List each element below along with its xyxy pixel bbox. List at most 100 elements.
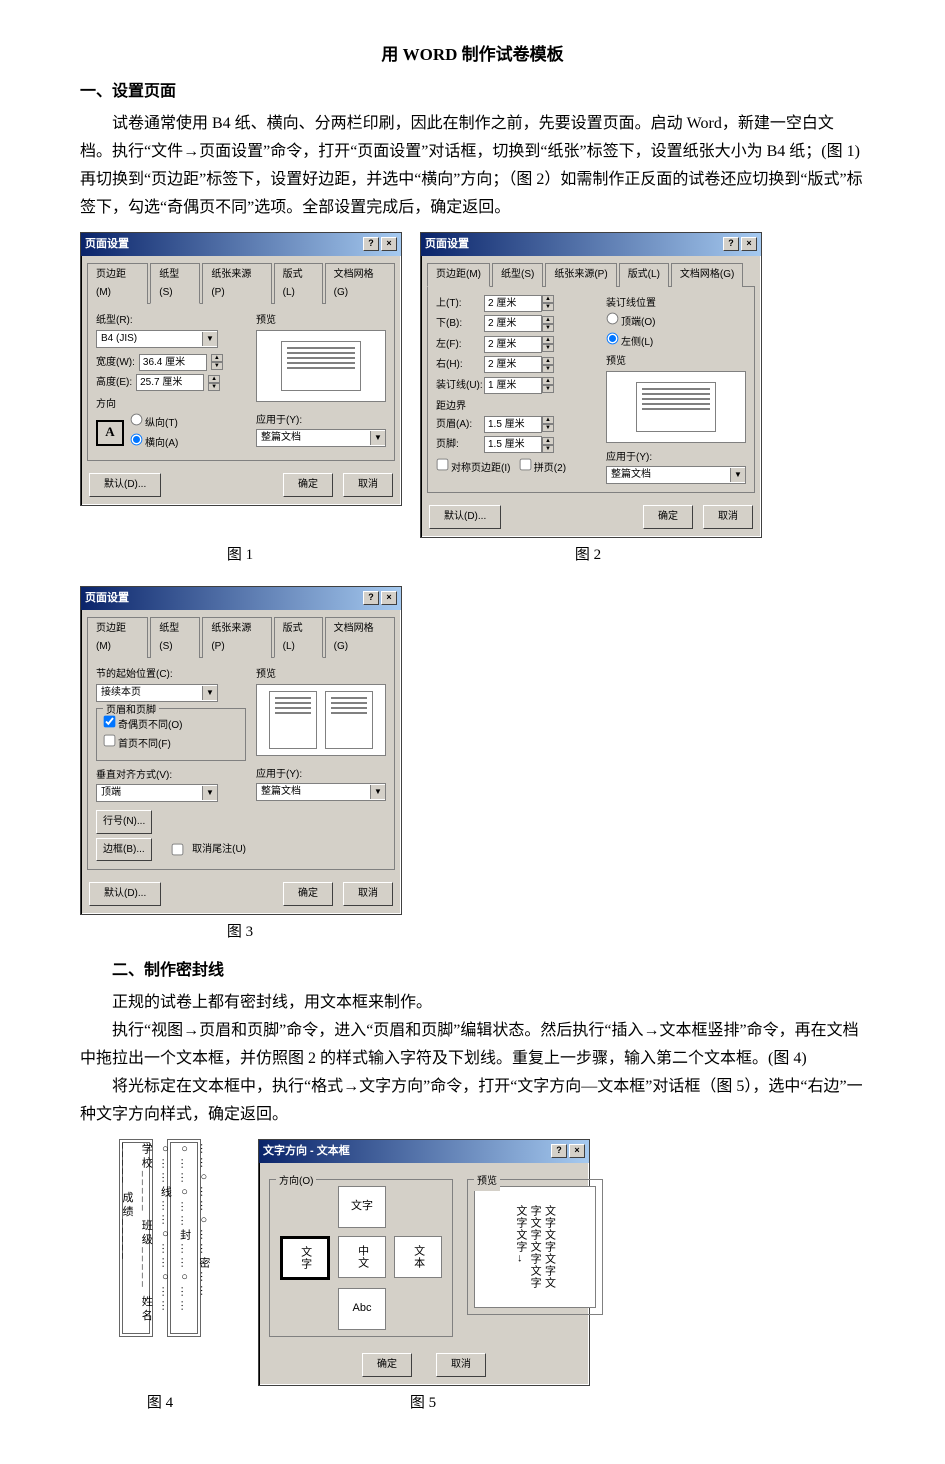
right-spin[interactable] (542, 357, 554, 373)
footer-spin[interactable] (542, 437, 554, 453)
right-field[interactable]: 2 厘米 (484, 356, 542, 373)
tab-margins[interactable]: 页边距(M) (87, 263, 148, 304)
bottom-field[interactable]: 2 厘米 (484, 315, 542, 332)
footer-label: 页脚: (436, 436, 484, 454)
gutter-field[interactable]: 1 厘米 (484, 377, 542, 394)
tab-layout[interactable]: 版式(L) (274, 617, 323, 658)
portrait-radio[interactable] (131, 414, 143, 426)
footer-field[interactable]: 1.5 厘米 (484, 436, 542, 453)
bottom-label: 下(B): (436, 315, 484, 333)
preview-box (606, 371, 746, 443)
tab-margins[interactable]: 页边距(M) (87, 617, 148, 658)
section-1-para: 试卷通常使用 B4 纸、横向、分两栏印刷，因此在制作之前，先要设置页面。启动 W… (80, 110, 865, 222)
paper-type-combo[interactable]: B4 (JIS)▼ (96, 330, 218, 348)
tab-margins[interactable]: 页边距(M) (427, 263, 490, 287)
dir-option-rotated[interactable]: Abc (338, 1288, 386, 1330)
section-2-heading: 二、制作密封线 (80, 957, 865, 985)
right-label: 右(H): (436, 356, 484, 374)
close-button[interactable]: × (569, 1144, 585, 1158)
tab-source[interactable]: 纸张来源(P) (545, 263, 616, 287)
default-button[interactable]: 默认(D)... (429, 505, 501, 529)
first-page-check[interactable] (104, 735, 116, 747)
height-spin[interactable] (208, 375, 220, 391)
top-field[interactable]: 2 厘米 (484, 295, 542, 312)
close-button[interactable]: × (741, 237, 757, 251)
help-button[interactable]: ? (363, 591, 379, 605)
preview-label: 预览 (256, 312, 386, 330)
gutter-pos-label: 装订线位置 (606, 295, 656, 313)
portrait-label: 纵向(T) (145, 418, 178, 429)
gutter-label: 装订线(U): (436, 377, 484, 395)
header-spin[interactable] (542, 416, 554, 432)
top-spin[interactable] (542, 295, 554, 311)
help-button[interactable]: ? (551, 1144, 567, 1158)
dir-option-vertical-lr[interactable]: 文字 (280, 1236, 330, 1280)
tab-source[interactable]: 纸张来源(P) (202, 263, 271, 304)
tab-grid[interactable]: 文档网格(G) (325, 617, 395, 658)
height-label: 高度(E): (96, 374, 132, 392)
gutter-spin[interactable] (542, 377, 554, 393)
width-field[interactable]: 36.4 厘米 (139, 354, 207, 371)
section-start-label: 节的起始位置(C): (96, 666, 246, 684)
odd-even-check[interactable] (104, 715, 116, 727)
gutter-left-label: 左侧(L) (621, 337, 653, 348)
tab-paper[interactable]: 纸型(S) (492, 263, 543, 287)
default-button[interactable]: 默认(D)... (89, 473, 161, 497)
gutter-left-radio[interactable] (607, 332, 619, 344)
preview-box (256, 330, 386, 402)
tab-layout[interactable]: 版式(L) (274, 263, 323, 304)
header-field[interactable]: 1.5 厘米 (484, 416, 542, 433)
left-field[interactable]: 2 厘米 (484, 336, 542, 353)
apply-to-combo[interactable]: 整篇文档▼ (606, 466, 746, 484)
left-label: 左(F): (436, 336, 484, 354)
direction-preview: 文字文字文字文 字文字文字文字 文字文字→ (474, 1186, 596, 1308)
two-up-label: 拼页(2) (534, 463, 566, 474)
left-spin[interactable] (542, 336, 554, 352)
dir-option-horizontal[interactable]: 文字 (338, 1186, 386, 1228)
section-2-para-2: 执行“视图→页眉和页脚”命令，进入“页眉和页脚”编辑状态。然后执行“插入→文本框… (80, 1017, 865, 1073)
dir-option-vertical-cn[interactable]: 中文 (338, 1236, 386, 1278)
two-up-check[interactable] (519, 458, 531, 470)
borders-button[interactable]: 边框(B)... (96, 838, 152, 862)
tab-paper[interactable]: 纸型(S) (150, 617, 200, 658)
ok-button[interactable]: 确定 (643, 505, 693, 529)
landscape-radio[interactable] (131, 433, 143, 445)
figure-2-caption: 图 2 (418, 540, 758, 576)
help-button[interactable]: ? (363, 237, 379, 251)
apply-to-combo[interactable]: 整篇文档▼ (256, 783, 386, 801)
help-button[interactable]: ? (723, 237, 739, 251)
suppress-endnote-label: 取消尾注(U) (192, 841, 246, 859)
cancel-button[interactable]: 取消 (343, 473, 393, 497)
ok-button[interactable]: 确定 (283, 882, 333, 906)
width-spin[interactable] (211, 354, 223, 370)
first-page-label: 首页不同(F) (118, 739, 171, 750)
suppress-endnote-check[interactable] (172, 843, 184, 855)
preview-label: 预览 (606, 353, 746, 371)
line-numbers-button[interactable]: 行号(N)... (96, 810, 152, 834)
ok-button[interactable]: 确定 (362, 1353, 412, 1377)
tab-grid[interactable]: 文档网格(G) (671, 263, 743, 287)
cancel-button[interactable]: 取消 (343, 882, 393, 906)
mirror-margins-check[interactable] (437, 458, 449, 470)
default-button[interactable]: 默认(D)... (89, 882, 161, 906)
page-setup-dialog-layout: 页面设置 ? × 页边距(M) 纸型(S) 纸张来源(P) 版式(L) 文档网格… (80, 586, 402, 915)
tab-grid[interactable]: 文档网格(G) (325, 263, 395, 304)
tab-source[interactable]: 纸张来源(P) (202, 617, 271, 658)
ok-button[interactable]: 确定 (283, 473, 333, 497)
preview-group-title: 预览 (474, 1173, 500, 1191)
section-2-para-3: 将光标定在文本框中，执行“格式→文字方向”命令，打开“文字方向—文本框”对话框（… (80, 1073, 865, 1129)
close-button[interactable]: × (381, 237, 397, 251)
close-button[interactable]: × (381, 591, 397, 605)
section-start-combo[interactable]: 接续本页▼ (96, 684, 218, 702)
valign-combo[interactable]: 顶端▼ (96, 784, 218, 802)
cancel-button[interactable]: 取消 (703, 505, 753, 529)
orientation-glyph: A (96, 420, 124, 446)
tab-paper[interactable]: 纸型(S) (150, 263, 200, 304)
height-field[interactable]: 25.7 厘米 (136, 374, 204, 391)
dir-option-vertical-rl[interactable]: 文本 (394, 1236, 442, 1278)
cancel-button[interactable]: 取消 (436, 1353, 486, 1377)
tab-layout[interactable]: 版式(L) (619, 263, 669, 287)
apply-to-combo[interactable]: 整篇文档▼ (256, 429, 386, 447)
bottom-spin[interactable] (542, 316, 554, 332)
gutter-top-radio[interactable] (607, 313, 619, 325)
